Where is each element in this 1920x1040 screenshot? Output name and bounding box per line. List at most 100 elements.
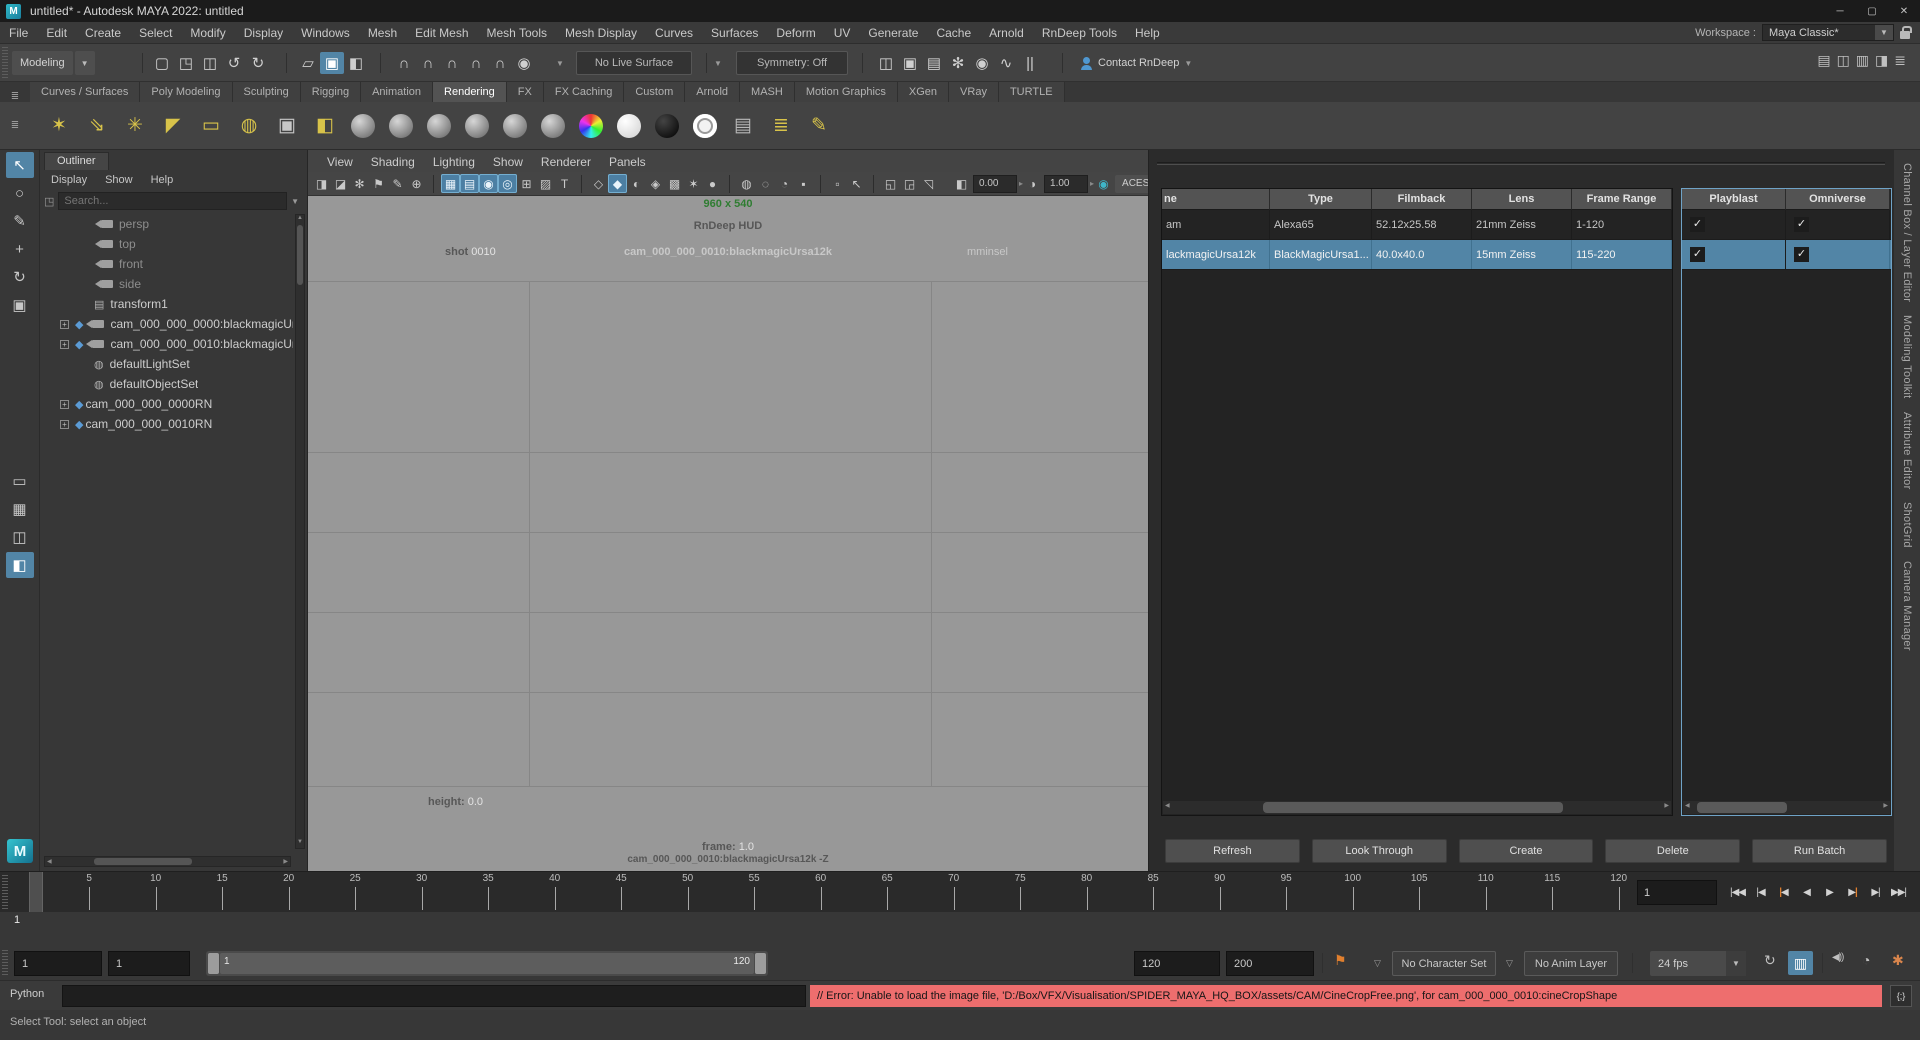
- attribute-editor-toggle-icon[interactable]: ▥: [1856, 52, 1869, 69]
- black-shader-icon[interactable]: [655, 114, 679, 138]
- sidebar-tab-attribute-editor[interactable]: Attribute Editor: [1901, 412, 1913, 490]
- viewport-menu-lighting[interactable]: Lighting: [424, 152, 484, 172]
- sidebar-tab-channel-box-layer-editor[interactable]: Channel Box / Layer Editor: [1901, 163, 1913, 302]
- make-live-icon[interactable]: ◉: [512, 52, 536, 74]
- character-set-menu-icon[interactable]: ▽: [1374, 958, 1381, 969]
- column-header-type[interactable]: Type: [1270, 189, 1372, 210]
- outliner-item-cam-000-000-0010-blackmagicursa12[interactable]: +◆cam_000_000_0010:blackmagicUrsa12: [42, 334, 293, 354]
- swap-buffer-icon[interactable]: ◲: [900, 174, 919, 193]
- volume-light-icon[interactable]: ◍: [234, 111, 264, 141]
- render-settings-icon[interactable]: ✻: [946, 52, 970, 74]
- step-back-key-button[interactable]: |◀: [1772, 878, 1795, 906]
- snapshot-buffer-icon[interactable]: ◱: [881, 174, 900, 193]
- playblast-checkbox[interactable]: ✓: [1690, 247, 1705, 262]
- range-start-handle[interactable]: [208, 953, 219, 974]
- menu-edit-mesh[interactable]: Edit Mesh: [406, 22, 477, 44]
- outliner-toggle-icon[interactable]: ▤: [1817, 52, 1830, 69]
- camera-view[interactable]: 960 x 540 RnDeep HUD shot 0010 cam_000_0…: [308, 196, 1148, 871]
- camera-name-cell[interactable]: lackmagicUrsa12k: [1162, 240, 1270, 269]
- outliner-menu-display[interactable]: Display: [44, 171, 94, 189]
- minimize-button[interactable]: ─: [1824, 0, 1856, 22]
- outliner-item-cam-000-000-0010rn[interactable]: +◆cam_000_000_0010RN: [42, 414, 293, 434]
- character-set-field[interactable]: No Character Set: [1392, 951, 1496, 976]
- playback-start-field[interactable]: 1: [108, 951, 190, 976]
- phong-material-icon[interactable]: [465, 114, 489, 138]
- chevron-down-icon[interactable]: ▼: [1184, 59, 1192, 68]
- playblast-options-icon[interactable]: ▥: [1788, 951, 1813, 975]
- shelf-tab-sculpting[interactable]: Sculpting: [233, 82, 301, 102]
- blinn-material-icon[interactable]: [389, 114, 413, 138]
- range-grip[interactable]: [2, 950, 8, 977]
- outliner-tab[interactable]: Outliner: [44, 152, 109, 170]
- toon-shader-icon[interactable]: [538, 111, 568, 141]
- object-mode-icon[interactable]: ▣: [320, 52, 344, 74]
- lasso-tool-icon[interactable]: ○: [6, 180, 34, 206]
- area-light-icon[interactable]: ▭: [196, 111, 226, 141]
- shelf-tab-curves-surfaces[interactable]: Curves / Surfaces: [30, 82, 140, 102]
- clapperboard-icon[interactable]: ◧: [310, 111, 340, 141]
- gamma-field[interactable]: 1.00: [1044, 175, 1088, 193]
- workspace-selector[interactable]: Maya Classic* ▼: [1762, 24, 1894, 41]
- menu-rndeep-tools[interactable]: RnDeep Tools: [1033, 22, 1126, 44]
- go-to-start-button[interactable]: |◀◀: [1726, 878, 1749, 906]
- range-slider[interactable]: 1 120: [206, 951, 768, 976]
- scroll-up-icon[interactable]: ▲: [296, 215, 304, 224]
- column-header-filmback[interactable]: Filmback: [1372, 189, 1472, 210]
- menu-modify[interactable]: Modify: [181, 22, 234, 44]
- camera-toggle-row[interactable]: ✓ ✓: [1682, 240, 1891, 270]
- single-pane-layout-icon[interactable]: ▭: [6, 468, 34, 494]
- play-forward-button[interactable]: ▶: [1818, 878, 1841, 906]
- shaderball-ring-icon[interactable]: [690, 111, 720, 141]
- channel-box-toggle-icon[interactable]: ◨: [1875, 52, 1888, 69]
- outliner-item-side[interactable]: side: [42, 274, 293, 294]
- create-button[interactable]: Create: [1459, 839, 1594, 863]
- timeline-playhead[interactable]: [29, 872, 43, 912]
- chevron-down-icon[interactable]: ▼: [291, 197, 299, 206]
- menu-mesh-display[interactable]: Mesh Display: [556, 22, 646, 44]
- playback-loop-icon[interactable]: ↻: [1764, 952, 1776, 969]
- menu-mesh[interactable]: Mesh: [359, 22, 406, 44]
- go-to-end-button[interactable]: ▶▶|: [1887, 878, 1910, 906]
- render-current-frame-icon[interactable]: ▣: [898, 52, 922, 74]
- shelf-tab-fx-caching[interactable]: FX Caching: [544, 82, 624, 102]
- playblast-checkbox[interactable]: ✓: [1690, 217, 1705, 232]
- open-scene-icon[interactable]: ◳: [174, 52, 198, 74]
- move-tool-icon[interactable]: +: [6, 236, 34, 262]
- rotate-tool-icon[interactable]: ↻: [6, 264, 34, 290]
- undo-icon[interactable]: ↺: [222, 52, 246, 74]
- mute-audio-icon[interactable]: ◀)): [1832, 952, 1843, 963]
- step-back-frame-button[interactable]: |◀: [1749, 878, 1772, 906]
- panel-drag-handle[interactable]: [1157, 162, 1885, 165]
- outliner-item-front[interactable]: front: [42, 254, 293, 274]
- shelf-tab-motion-graphics[interactable]: Motion Graphics: [795, 82, 898, 102]
- chevron-down-icon[interactable]: ▼: [75, 51, 95, 75]
- live-surface-field[interactable]: No Live Surface: [576, 51, 692, 75]
- plugin-overlay-icon[interactable]: ▪: [794, 174, 813, 193]
- menu-deform[interactable]: Deform: [767, 22, 824, 44]
- exposure-icon[interactable]: ◧: [952, 174, 971, 193]
- column-header-omniverse[interactable]: Omniverse: [1786, 189, 1890, 210]
- surface-shader-icon[interactable]: [617, 114, 641, 138]
- gamma-icon[interactable]: ◑: [1023, 174, 1042, 193]
- lambert-material-icon[interactable]: [427, 114, 451, 138]
- column-header-ne[interactable]: ne: [1162, 189, 1270, 210]
- camera-framerange-cell[interactable]: 115-220: [1572, 240, 1672, 269]
- snap-projected-center-icon[interactable]: ∩: [464, 52, 488, 74]
- render-view-icon[interactable]: ◫: [874, 52, 898, 74]
- shelf-tab-custom[interactable]: Custom: [624, 82, 685, 102]
- outliner-item-defaultlightset[interactable]: ◍defaultLightSet: [42, 354, 293, 374]
- shelf-tab-mash[interactable]: MASH: [740, 82, 795, 102]
- outliner-item-cam-000-000-0000-blackmagicursa12[interactable]: +◆cam_000_000_0000:blackmagicUrsa12: [42, 314, 293, 334]
- lambert-material-icon[interactable]: [424, 111, 454, 141]
- playback-end-field[interactable]: 120: [1134, 951, 1220, 976]
- camera-filmback-cell[interactable]: 52.12x25.58: [1372, 210, 1472, 239]
- shaded-mode-icon[interactable]: ◆: [608, 174, 627, 193]
- select-cursor-icon[interactable]: ↖: [847, 174, 866, 193]
- blinn-material-icon[interactable]: [386, 111, 416, 141]
- fps-selector[interactable]: 24 fps ▼: [1650, 951, 1746, 976]
- scroll-left-icon[interactable]: ◀: [1165, 802, 1170, 809]
- isolate-select-icon[interactable]: ▫: [828, 174, 847, 193]
- menu-surfaces[interactable]: Surfaces: [702, 22, 767, 44]
- checker-mode-icon[interactable]: ▩: [665, 174, 684, 193]
- menu-generate[interactable]: Generate: [859, 22, 927, 44]
